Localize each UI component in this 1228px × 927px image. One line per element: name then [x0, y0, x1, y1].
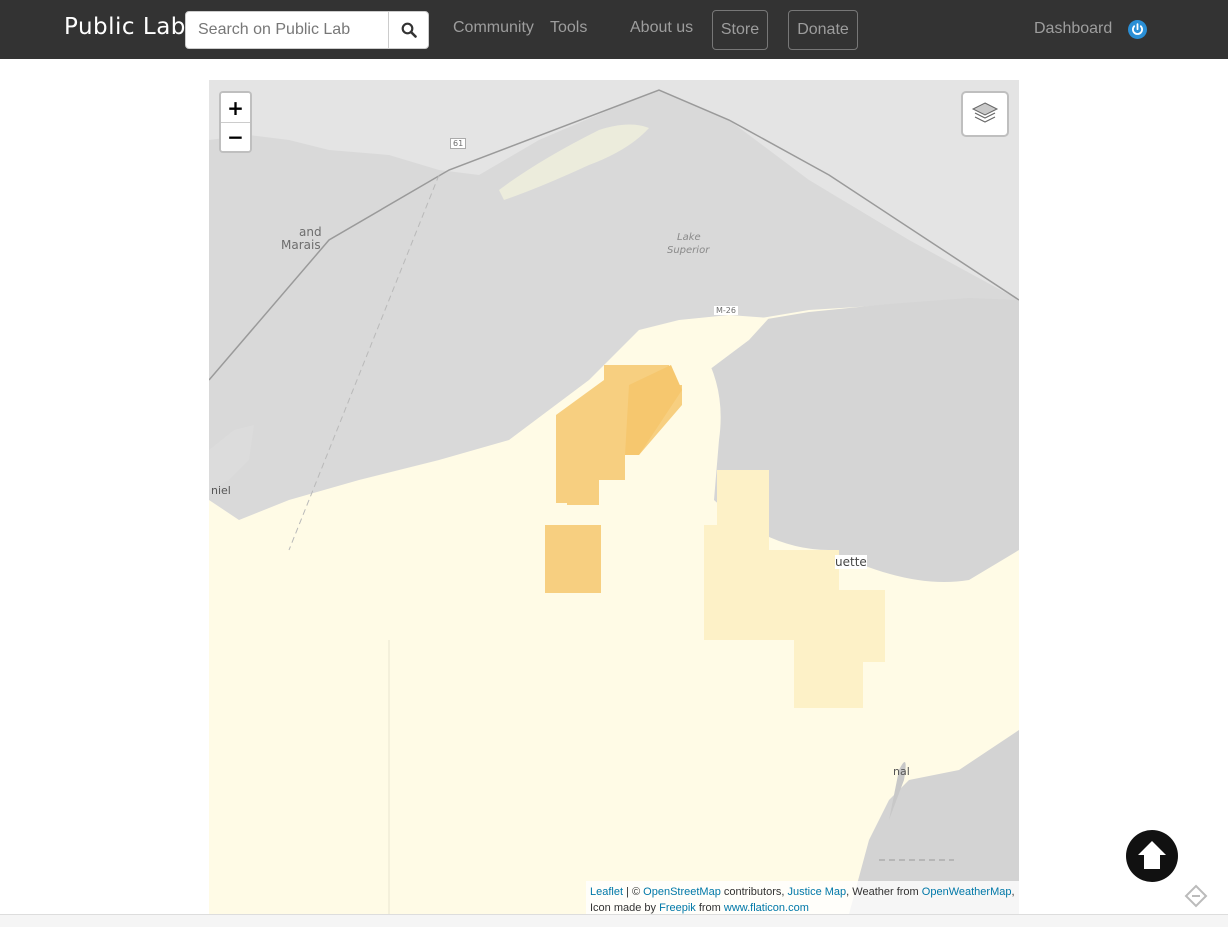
nav-dashboard[interactable]: Dashboard: [1034, 20, 1112, 38]
tag-icon[interactable]: [1183, 883, 1209, 909]
nav-community[interactable]: Community: [453, 19, 534, 37]
map-tiles: [209, 80, 1019, 914]
layers-icon: [971, 102, 999, 123]
attribution-from: from: [695, 902, 724, 914]
attribution-leaflet-link[interactable]: Leaflet: [590, 886, 623, 898]
footer-bar: [0, 914, 1228, 927]
power-icon[interactable]: [1127, 19, 1148, 40]
zoom-control: + −: [219, 91, 252, 153]
nav-tools[interactable]: Tools: [550, 19, 587, 37]
map-label-marquette: uette: [835, 555, 867, 569]
map-label-grand-marais: Marais: [281, 238, 321, 252]
plus-icon: +: [227, 95, 244, 120]
search-input[interactable]: [185, 11, 389, 49]
navbar: Public Lab Community Tools About us Stor…: [0, 0, 1228, 59]
brand-logo[interactable]: Public Lab: [64, 14, 186, 40]
attribution-sep: | ©: [623, 886, 644, 898]
attribution-flaticon-link[interactable]: www.flaticon.com: [724, 902, 809, 914]
nav-about[interactable]: About us: [630, 19, 693, 37]
minus-icon: −: [227, 125, 244, 149]
attribution-comma: ,: [1011, 886, 1015, 898]
map-label-bottom-left: niel: [211, 484, 231, 497]
map-canvas[interactable]: and Marais Lake Superior 61 M-26 uette n…: [209, 80, 1019, 914]
zoom-in-button[interactable]: +: [221, 93, 250, 122]
map-label-superior: Superior: [667, 245, 710, 256]
zoom-out-button[interactable]: −: [221, 122, 250, 151]
store-button[interactable]: Store: [712, 10, 768, 50]
search-icon: [401, 22, 417, 38]
map-label-lake: Lake: [677, 232, 701, 243]
attribution-justice-link[interactable]: Justice Map: [787, 886, 846, 898]
layers-button[interactable]: [961, 91, 1009, 137]
map-attribution: Leaflet | © OpenStreetMap contributors, …: [586, 881, 1019, 914]
attribution-contrib: contributors,: [720, 886, 788, 898]
map-label-grand-marais-top: and: [299, 225, 322, 239]
attribution-icon-by: Icon made by: [590, 902, 660, 914]
map-label-bottom-right: nal: [893, 765, 910, 778]
attribution-weather: , Weather from: [846, 886, 922, 898]
arrow-up-circle-icon[interactable]: [1125, 829, 1179, 883]
map-label-road-61: 61: [450, 138, 467, 149]
attribution-owm-link[interactable]: OpenWeatherMap: [922, 886, 1012, 898]
map-label-road-m26: M-26: [714, 306, 738, 315]
attribution-osm-link[interactable]: OpenStreetMap: [643, 886, 721, 898]
attribution-freepik-link[interactable]: Freepik: [659, 902, 696, 914]
search-button[interactable]: [388, 11, 429, 49]
donate-button[interactable]: Donate: [788, 10, 858, 50]
